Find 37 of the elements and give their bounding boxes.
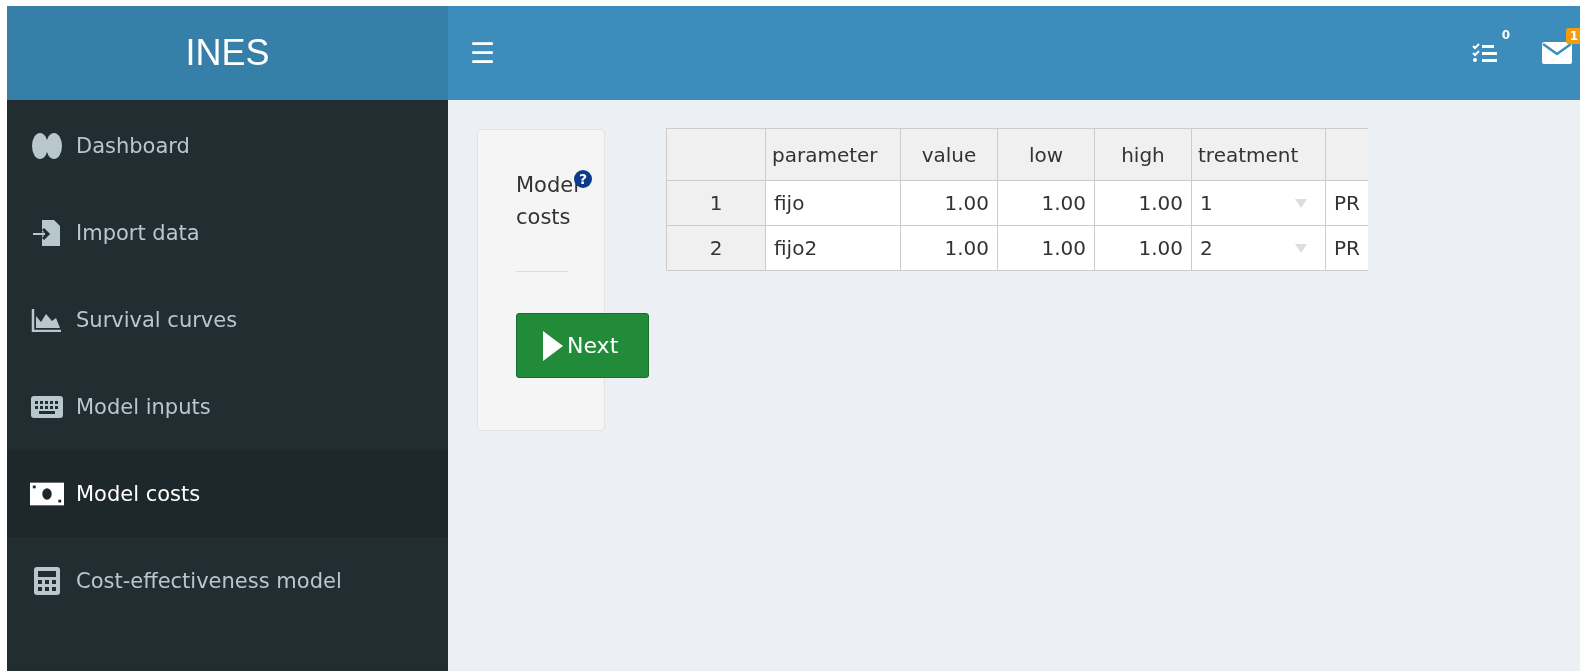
column-header: treatment <box>1198 142 1299 167</box>
next-button[interactable]: Next <box>516 313 649 378</box>
caret-icon <box>1295 244 1307 253</box>
sidebar-item[interactable]: Model costs <box>7 450 448 537</box>
table-cell: 1.00 <box>900 225 998 271</box>
envelope-icon[interactable] <box>1542 42 1572 64</box>
sidebar-item[interactable]: Import data <box>7 189 448 276</box>
menu-button[interactable]: ☰ <box>448 6 517 100</box>
table-cell: 1.00 <box>900 180 998 226</box>
task-count: 0 <box>1501 28 1510 42</box>
table-cell: 1.00 <box>997 180 1095 226</box>
row-number: 2 <box>666 225 766 271</box>
table-cell: fijo2 <box>765 225 901 271</box>
column-header: value <box>921 142 977 167</box>
sidebar-item[interactable]: Model inputs <box>7 363 448 450</box>
checklist-icon[interactable] <box>1472 42 1498 64</box>
column-header: parameter <box>772 142 878 167</box>
row-number: 1 <box>666 180 766 226</box>
panel-title: Model costs <box>516 172 576 231</box>
column-header: low <box>1028 142 1064 167</box>
area-chart-icon <box>30 307 64 332</box>
banknote-icon <box>30 481 64 506</box>
table-cell: 1.00 <box>1094 225 1192 271</box>
keyboard-icon <box>30 395 64 418</box>
message-count-badge: 1 <box>1565 28 1580 44</box>
table-cell: 1.00 <box>997 225 1095 271</box>
play-icon <box>541 328 565 363</box>
sidebar-item[interactable]: Dashboard <box>7 102 448 189</box>
column-header: high <box>1121 142 1165 167</box>
caret-icon <box>1295 199 1307 208</box>
table-cell: 1.00 <box>1094 180 1192 226</box>
app-logo[interactable]: INES <box>7 6 448 100</box>
sidebar-item[interactable]: Survival curves <box>7 276 448 363</box>
dropdown-cell[interactable]: 2 <box>1191 225 1326 271</box>
table-cell: fijo <box>765 180 901 226</box>
dropdown-cell[interactable]: 1 <box>1191 180 1326 226</box>
sidebar-item[interactable]: Cost-effectiveness model <box>7 537 448 624</box>
